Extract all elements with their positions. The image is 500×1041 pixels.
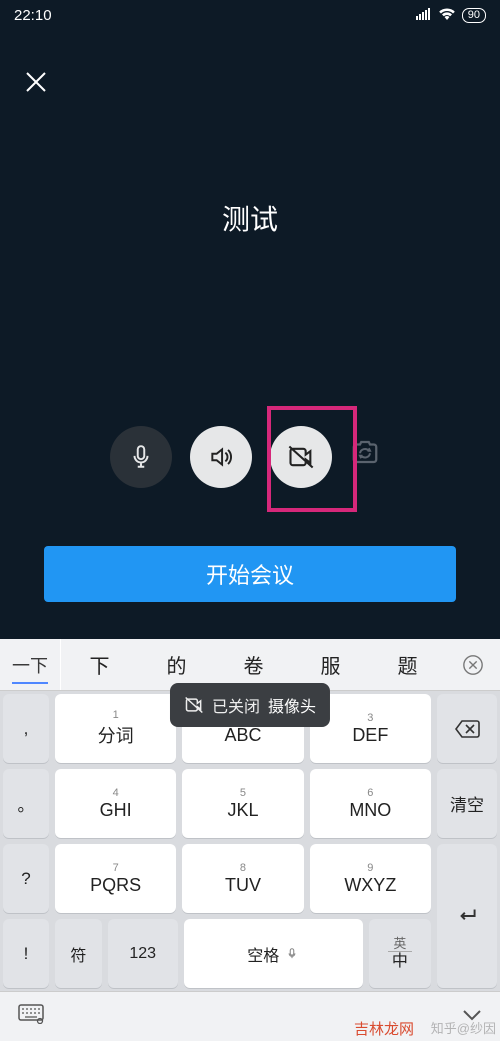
start-meeting-button[interactable]: 开始会议 (44, 546, 456, 602)
enter-icon (454, 903, 480, 929)
key-7[interactable]: 7PQRS (55, 844, 176, 913)
candidate-list: 下 的 卷 服 题 (61, 650, 446, 679)
nav-bar (0, 991, 500, 1041)
key-left-column: , 。 ? ! (0, 691, 52, 991)
key-exclaim[interactable]: ! (3, 919, 49, 988)
key-6[interactable]: 6MNO (310, 769, 431, 838)
microphone-icon (128, 444, 154, 470)
key-5[interactable]: 5JKL (182, 769, 303, 838)
key-right-column: 清空 (434, 691, 500, 991)
close-icon (24, 70, 48, 94)
meeting-title[interactable]: 测试 (0, 30, 500, 238)
keyboard-settings-button[interactable] (18, 1004, 44, 1029)
candidate-item[interactable]: 卷 (244, 650, 264, 679)
status-time: 22:10 (14, 7, 52, 24)
key-9[interactable]: 9WXYZ (310, 844, 431, 913)
key-question[interactable]: ? (3, 844, 49, 913)
toast: 已关闭 摄像头 (170, 683, 330, 727)
speaker-button[interactable] (190, 426, 252, 488)
watermark-left: 吉林龙网 (354, 1018, 414, 1039)
key-main: 1分词 2ABC 3DEF 4GHI 5JKL 6MNO 7PQRS 8TUV … (52, 691, 434, 991)
speaker-icon (208, 444, 234, 470)
candidate-collapse[interactable] (446, 654, 500, 676)
microphone-button[interactable] (110, 426, 172, 488)
key-clear[interactable]: 清空 (437, 769, 497, 838)
signal-icon (416, 7, 432, 24)
key-8[interactable]: 8TUV (182, 844, 303, 913)
toast-bold: 摄像头 (268, 693, 316, 717)
key-row: 4GHI 5JKL 6MNO (52, 766, 434, 841)
candidate-first[interactable]: 一下 (0, 639, 61, 690)
key-1[interactable]: 1分词 (55, 694, 176, 763)
key-bottom-row: 符 123 空格 英 中 (52, 916, 434, 991)
key-row: 7PQRS 8TUV 9WXYZ (52, 841, 434, 916)
status-bar: 22:10 90 (0, 0, 500, 30)
key-symbols[interactable]: 符 (55, 919, 102, 988)
wifi-icon (438, 7, 456, 24)
backspace-icon (454, 719, 480, 739)
key-backspace[interactable] (437, 694, 497, 763)
candidate-item[interactable]: 的 (167, 650, 187, 679)
watermark-right: 知乎@纱因 (431, 1018, 496, 1037)
candidate-item[interactable]: 下 (90, 650, 110, 679)
meeting-setup-screen: 测试 开始会议 (0, 30, 500, 630)
key-grid: , 。 ? ! 1分词 2ABC 3DEF 4GHI 5JKL 6MNO 7PQ… (0, 691, 500, 991)
keyboard-icon (18, 1004, 44, 1024)
key-space-label: 空格 (247, 942, 279, 966)
key-period[interactable]: 。 (3, 769, 49, 838)
battery-indicator: 90 (462, 8, 486, 23)
status-right: 90 (416, 7, 486, 24)
key-numbers[interactable]: 123 (108, 919, 178, 988)
start-meeting-label: 开始会议 (206, 558, 294, 590)
close-button[interactable] (20, 66, 52, 98)
voice-icon (285, 947, 299, 961)
key-comma[interactable]: , (3, 694, 49, 763)
toast-prefix: 已关闭 (212, 693, 260, 717)
annotation-highlight (267, 406, 357, 512)
camera-off-icon (184, 695, 204, 715)
media-controls (0, 426, 500, 488)
key-enter[interactable] (437, 844, 497, 988)
close-circle-icon (462, 654, 484, 676)
candidate-item[interactable]: 题 (398, 650, 418, 679)
key-language[interactable]: 英 中 (369, 919, 431, 988)
key-4[interactable]: 4GHI (55, 769, 176, 838)
key-space[interactable]: 空格 (184, 919, 363, 988)
candidate-item[interactable]: 服 (321, 650, 341, 679)
